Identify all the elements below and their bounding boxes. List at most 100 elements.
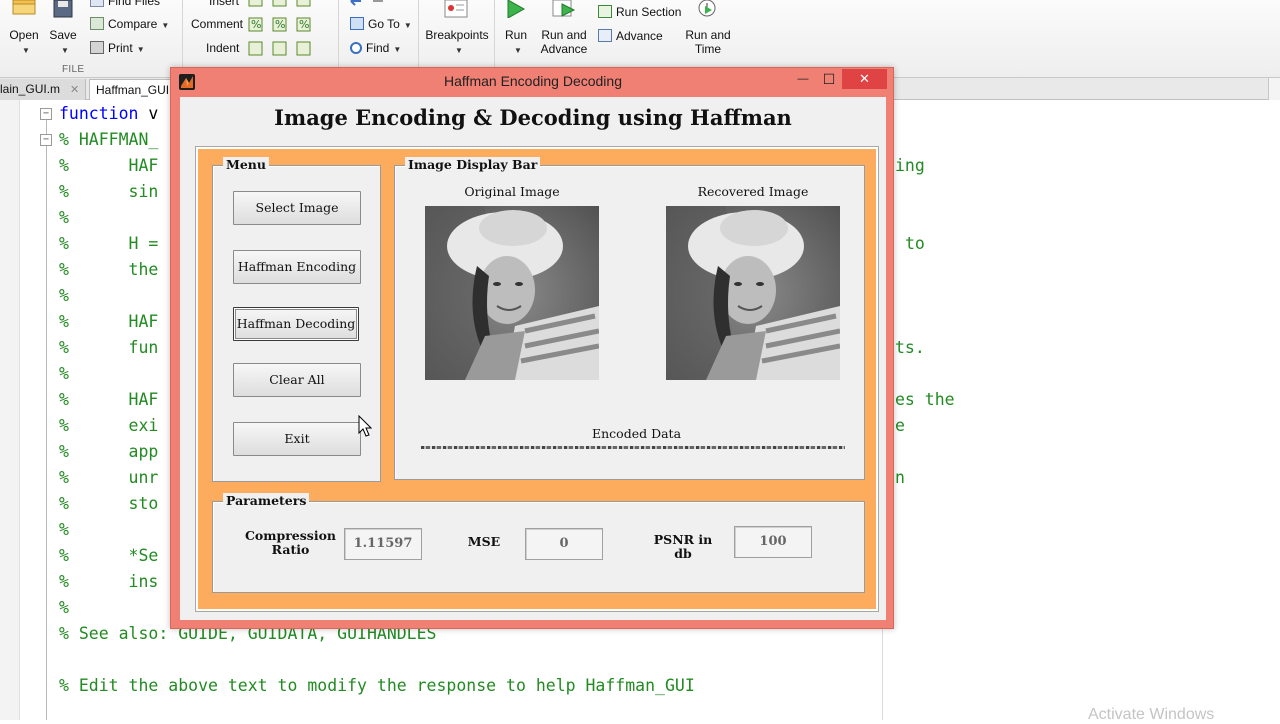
code-line: %: [59, 520, 69, 539]
menu-panel: Menu Select Image Haffman Encoding Haffm…: [212, 157, 381, 482]
activation-watermark: Activate Windows: [1088, 706, 1215, 723]
find-files-icon: [90, 0, 104, 7]
code-line: % sin: [59, 182, 159, 201]
save-icon: [53, 0, 73, 23]
encoded-data-label: Encoded Data: [592, 426, 682, 441]
compression-ratio-label: Compression Ratio: [244, 528, 337, 557]
search-icon: [350, 42, 362, 54]
find-files-button[interactable]: Find Files: [90, 0, 160, 8]
code-line: % HAF: [59, 156, 159, 175]
psnr-field[interactable]: 100: [734, 526, 812, 558]
tab-scroll-arrow[interactable]: [1268, 78, 1280, 100]
code-line: % Edit the above text to modify the resp…: [59, 676, 695, 695]
tab-haffman-gui[interactable]: Haffman_GUI: [89, 79, 179, 100]
run-button[interactable]: Run ▼: [498, 28, 534, 58]
tab-main-gui[interactable]: lain_GUI.m ✕: [0, 79, 86, 100]
encoded-data-strip: [421, 446, 845, 449]
insert-button[interactable]: Insert: [209, 0, 239, 8]
original-image-label: Original Image: [464, 184, 560, 199]
folder-icon: [12, 0, 36, 21]
svg-text:%: %: [275, 18, 285, 31]
close-button[interactable]: ✕: [842, 69, 887, 89]
haffman-decoding-button[interactable]: Haffman Decoding: [233, 307, 359, 341]
svg-text:%: %: [299, 18, 309, 31]
code-line: % ins: [59, 572, 159, 591]
mse-label: MSE: [467, 534, 501, 549]
goto-icon: [350, 17, 364, 30]
print-button[interactable]: Print ▼: [90, 41, 145, 57]
editor-gutter: [0, 100, 20, 720]
advance-icon: [598, 29, 612, 42]
maximize-button[interactable]: ☐: [816, 69, 842, 89]
run-and-time-button[interactable]: Run and Time: [682, 28, 734, 56]
fold-toggle[interactable]: −: [40, 108, 52, 120]
save-button[interactable]: Save ▼: [46, 28, 80, 58]
code-line: % sto: [59, 494, 159, 513]
original-image: [425, 206, 599, 380]
printer-icon: [90, 41, 104, 54]
run-and-advance-icon: [552, 0, 576, 23]
stopwatch-icon: [696, 0, 718, 23]
main-panel: Menu Select Image Haffman Encoding Haffm…: [195, 146, 879, 612]
code-line: % HAF: [59, 312, 159, 331]
code-fragment: es the: [895, 390, 955, 409]
compare-icon: [90, 17, 104, 30]
code-line: % *Se: [59, 546, 159, 565]
code-line: % the: [59, 260, 159, 279]
breakpoints-button[interactable]: Breakpoints ▼: [424, 28, 490, 58]
code-line: %: [59, 286, 69, 305]
page-title: Image Encoding & Decoding using Haffman: [274, 105, 792, 130]
comment-button[interactable]: Comment: [191, 17, 243, 31]
window-title: Haffman Encoding Decoding: [444, 73, 622, 89]
fold-toggle[interactable]: −: [40, 134, 52, 146]
code-line: % HAFFMAN_: [59, 130, 159, 149]
mse-field[interactable]: 0: [525, 528, 603, 560]
figure-client-area: Image Encoding & Decoding using Haffman …: [180, 97, 886, 620]
clear-all-button[interactable]: Clear All: [233, 363, 361, 397]
compression-ratio-field[interactable]: 1.11597: [344, 528, 422, 560]
recovered-image-label: Recovered Image: [697, 184, 809, 199]
run-icon: [506, 0, 526, 23]
indent-button[interactable]: Indent: [206, 41, 239, 55]
breakpoints-icon: [444, 0, 468, 23]
code-line: % fun: [59, 338, 159, 357]
insert-icons: % % %: [248, 0, 332, 69]
code-line: %: [59, 364, 69, 383]
code-fragment: n: [895, 468, 905, 487]
image-display-panel: Image Display Bar Original Image Recover…: [394, 157, 865, 480]
code-fragment: to: [905, 234, 925, 253]
mouse-cursor-icon: [358, 414, 373, 442]
exit-button[interactable]: Exit: [233, 422, 361, 456]
code-line: function v: [59, 104, 159, 123]
code-line: % H =: [59, 234, 159, 253]
code-line: %: [59, 598, 69, 617]
close-icon[interactable]: ✕: [70, 84, 79, 96]
parameters-title: Parameters: [223, 493, 310, 509]
code-fragment: e: [895, 416, 905, 435]
open-button[interactable]: Open ▼: [6, 28, 42, 58]
haffman-encoding-button[interactable]: Haffman Encoding: [233, 250, 361, 284]
advance-button[interactable]: Advance: [598, 29, 663, 43]
image-display-title: Image Display Bar: [405, 157, 541, 173]
minimize-button[interactable]: —: [790, 69, 816, 89]
goto-button[interactable]: Go To ▼: [350, 17, 412, 33]
gui-figure-window[interactable]: Haffman Encoding Decoding — ☐ ✕ Image En…: [170, 67, 894, 629]
select-image-button[interactable]: Select Image: [233, 191, 361, 225]
menu-panel-title: Menu: [223, 157, 269, 173]
code-line: % app: [59, 442, 159, 461]
code-fragment: ts.: [895, 338, 925, 357]
code-line: % unr: [59, 468, 159, 487]
code-line: %: [59, 208, 69, 227]
file-section-label: FILE: [62, 64, 85, 75]
recovered-image: [666, 206, 840, 380]
code-line: % HAF: [59, 390, 159, 409]
compare-button[interactable]: Compare ▼: [90, 17, 169, 33]
arrows-icon: [349, 0, 389, 12]
run-section-icon: [598, 5, 612, 18]
run-and-advance-button[interactable]: Run and Advance: [538, 28, 590, 56]
code-fragment: ing: [895, 156, 925, 175]
run-section-button[interactable]: Run Section: [598, 5, 681, 19]
svg-text:%: %: [251, 18, 261, 31]
find-button[interactable]: Find ▼: [350, 41, 401, 57]
code-line: % exi: [59, 416, 159, 435]
